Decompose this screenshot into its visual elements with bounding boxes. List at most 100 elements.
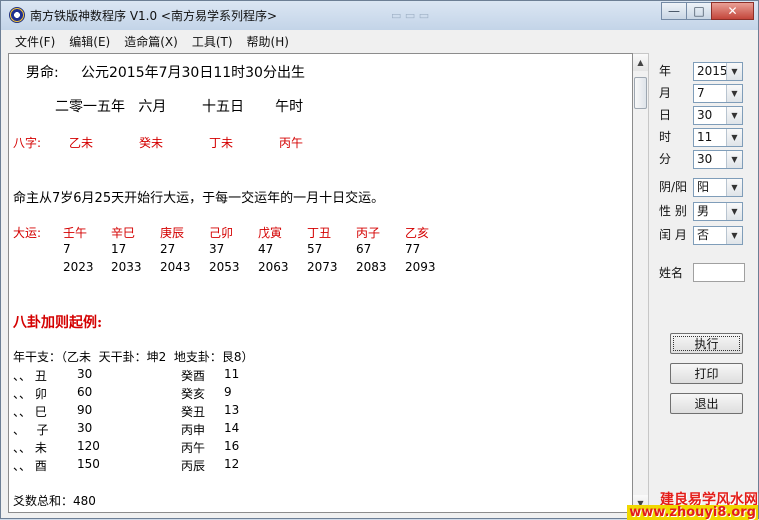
menu-edit[interactable]: 编辑(E)	[62, 32, 117, 52]
background-window-tabs: ▭ ▭ ▭	[391, 9, 430, 22]
bagua-row-num: 60	[77, 385, 93, 399]
name-input[interactable]	[693, 263, 745, 282]
day-value: 30	[697, 108, 713, 122]
chevron-down-icon[interactable]: ▼	[726, 203, 742, 220]
dayun-age: 27	[160, 242, 176, 256]
report-text-area[interactable]: 男命: 公元2015年7月30日11时30分出生 二零一五年 六月 十五日 午时…	[8, 53, 633, 513]
menu-help[interactable]: 帮助(H)	[240, 32, 296, 52]
print-button[interactable]: 打印	[670, 363, 743, 384]
dayun-label: 大运:	[13, 226, 42, 240]
bagua-row-num2: 11	[224, 367, 240, 381]
bagua-row-right: 癸酉	[181, 369, 206, 383]
minimize-button[interactable]: —	[661, 2, 687, 20]
close-button[interactable]: ✕	[711, 2, 754, 20]
scroll-up-icon[interactable]: ▲	[633, 54, 648, 71]
bagua-row-right: 丙辰	[181, 459, 206, 473]
yinyang-select[interactable]: 阳 ▼	[693, 178, 743, 197]
dayun-pillar: 壬午	[63, 226, 88, 240]
chevron-down-icon[interactable]: ▼	[726, 63, 742, 80]
chevron-down-icon[interactable]: ▼	[726, 107, 742, 124]
bagua-row-left: 、、 未	[13, 441, 47, 455]
dayun-age: 47	[258, 242, 274, 256]
gender-value: 男	[697, 204, 710, 218]
hour-select[interactable]: 11 ▼	[693, 128, 743, 147]
dayun-pillar: 戊寅	[258, 226, 283, 240]
total-line: 爻数总和：480	[13, 494, 96, 508]
year-select[interactable]: 2015 ▼	[693, 62, 743, 81]
dayun-year: 2063	[258, 260, 289, 274]
dayun-pillar: 庚辰	[160, 226, 185, 240]
dayun-year: 2023	[63, 260, 94, 274]
bagua-row-num2: 13	[224, 403, 240, 417]
bagua-row-right: 丙午	[181, 441, 206, 455]
month-select[interactable]: 7 ▼	[693, 84, 743, 103]
window-title: 南方铁版神数程序 V1.0 <南方易学系列程序>	[30, 9, 278, 23]
bazi-day: 丁未	[209, 136, 234, 150]
bagua-row-left: 、、 丑	[13, 369, 47, 383]
month-label: 月	[659, 86, 672, 100]
window-controls: — □ ✕	[661, 2, 754, 22]
chevron-down-icon[interactable]: ▼	[726, 129, 742, 146]
minute-label: 分	[659, 152, 672, 166]
execute-button[interactable]: 执行	[670, 333, 743, 354]
menu-bar: 文件(F) 编辑(E) 造命篇(X) 工具(T) 帮助(H)	[8, 31, 648, 52]
leap-month-select[interactable]: 否 ▼	[693, 226, 743, 245]
minute-select[interactable]: 30 ▼	[693, 150, 743, 169]
title-bar[interactable]: 南方铁版神数程序 V1.0 <南方易学系列程序> ▭ ▭ ▭ — □ ✕	[1, 1, 758, 30]
vertical-scrollbar[interactable]: ▲ ▼	[633, 53, 649, 513]
bagua-row-left: 、、 酉	[13, 459, 47, 473]
app-window: 南方铁版神数程序 V1.0 <南方易学系列程序> ▭ ▭ ▭ — □ ✕ 文件(…	[0, 0, 759, 520]
month-value: 7	[697, 86, 705, 100]
bagua-row-num2: 9	[224, 385, 232, 399]
birth-line: 男命: 公元2015年7月30日11时30分出生	[26, 65, 305, 81]
gender-label: 性 别	[659, 204, 687, 218]
dayun-intro: 命主从7岁6月25天开始行大运，于每一交运年的一月十日交运。	[13, 191, 385, 206]
leap-month-label: 闰 月	[659, 228, 687, 242]
control-panel: 年 2015 ▼ 月 7 ▼ 日 30 ▼ 时 11 ▼ 分 30 ▼ 阴/阳 …	[653, 56, 757, 466]
scroll-thumb[interactable]	[634, 77, 647, 109]
chevron-down-icon[interactable]: ▼	[726, 151, 742, 168]
bagua-row-num2: 12	[224, 457, 240, 471]
bagua-row-left: 、、 卯	[13, 387, 47, 401]
bagua-row-left: 、 子	[13, 423, 49, 437]
dayun-pillar: 丁丑	[307, 226, 332, 240]
year-label: 年	[659, 64, 672, 78]
yinyang-label: 阴/阳	[659, 180, 688, 194]
dayun-age: 77	[405, 242, 421, 256]
bagua-section-title: 八卦加则起例:	[13, 315, 103, 331]
chevron-down-icon[interactable]: ▼	[726, 85, 742, 102]
dayun-year: 2073	[307, 260, 338, 274]
dayun-pillar: 己卯	[209, 226, 234, 240]
year-stem-line: 年干支：（乙未 天干卦：坤2 地支卦：艮8）	[13, 350, 254, 364]
site-watermark: 建良易学风水网 www.zhouyi8.org	[627, 489, 759, 520]
menu-file[interactable]: 文件(F)	[8, 32, 62, 52]
maximize-button[interactable]: □	[686, 2, 712, 20]
gender-select[interactable]: 男 ▼	[693, 202, 743, 221]
bagua-row-left: 、、 巳	[13, 405, 47, 419]
bazi-hour: 丙午	[279, 136, 304, 150]
dayun-age: 7	[63, 242, 71, 256]
menu-destiny[interactable]: 造命篇(X)	[117, 32, 185, 52]
app-icon	[9, 7, 25, 23]
bagua-row-num2: 16	[224, 439, 240, 453]
bazi-month: 癸未	[139, 136, 164, 150]
minute-value: 30	[697, 152, 713, 166]
yinyang-value: 阳	[697, 180, 710, 194]
bagua-row-right: 癸亥	[181, 387, 206, 401]
bagua-row-right: 丙申	[181, 423, 206, 437]
dayun-year: 2033	[111, 260, 142, 274]
day-select[interactable]: 30 ▼	[693, 106, 743, 125]
chevron-down-icon[interactable]: ▼	[726, 227, 742, 244]
dayun-year: 2083	[356, 260, 387, 274]
exit-button[interactable]: 退出	[670, 393, 743, 414]
bagua-row-num: 90	[77, 403, 93, 417]
dayun-year: 2093	[405, 260, 436, 274]
menu-tools[interactable]: 工具(T)	[185, 32, 240, 52]
bazi-label: 八字:	[13, 136, 42, 150]
dayun-age: 17	[111, 242, 127, 256]
chevron-down-icon[interactable]: ▼	[726, 179, 742, 196]
watermark-url: www.zhouyi8.org	[627, 505, 758, 520]
dayun-year: 2043	[160, 260, 191, 274]
dayun-age: 67	[356, 242, 372, 256]
name-label: 姓名	[659, 266, 684, 280]
